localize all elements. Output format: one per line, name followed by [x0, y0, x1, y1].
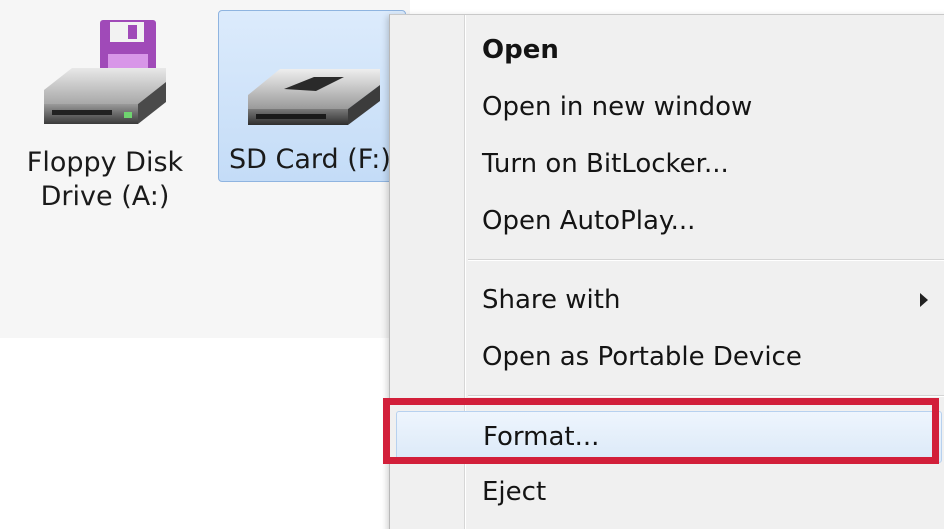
- drive-label-line1: Floppy Disk: [26, 147, 184, 178]
- drive-label-sd-card: SD Card (F:): [229, 144, 391, 175]
- menu-item-share-with[interactable]: Share with: [394, 275, 944, 325]
- screenshot-stage: Floppy Disk Drive (A:) SD Card (F:) Open…: [0, 0, 944, 529]
- sd-card-drive-icon: [248, 69, 380, 125]
- drive-label-floppy: Floppy Disk Drive (A:): [10, 146, 200, 214]
- menu-item-eject[interactable]: Eject: [394, 467, 944, 517]
- chevron-right-icon: [920, 293, 928, 307]
- menu-separator: [468, 259, 944, 260]
- drive-tile-sd-card[interactable]: SD Card (F:): [218, 10, 406, 182]
- menu-item-open-as-portable-device[interactable]: Open as Portable Device: [394, 332, 944, 382]
- menu-item-turn-on-bitlocker[interactable]: Turn on BitLocker...: [394, 139, 944, 189]
- menu-item-open-autoplay[interactable]: Open AutoPlay...: [394, 196, 944, 246]
- menu-separator: [468, 395, 944, 396]
- menu-item-share-with-label: Share with: [482, 285, 621, 315]
- drive-label-line2: Drive (A:): [40, 181, 170, 212]
- menu-item-format[interactable]: Format...: [396, 411, 942, 463]
- menu-item-open[interactable]: Open: [394, 25, 944, 75]
- floppy-drive-icon: [44, 20, 166, 124]
- drive-tile-floppy[interactable]: Floppy Disk Drive (A:): [10, 20, 200, 220]
- menu-item-open-in-new-window[interactable]: Open in new window: [394, 82, 944, 132]
- context-menu: Open Open in new window Turn on BitLocke…: [389, 14, 944, 529]
